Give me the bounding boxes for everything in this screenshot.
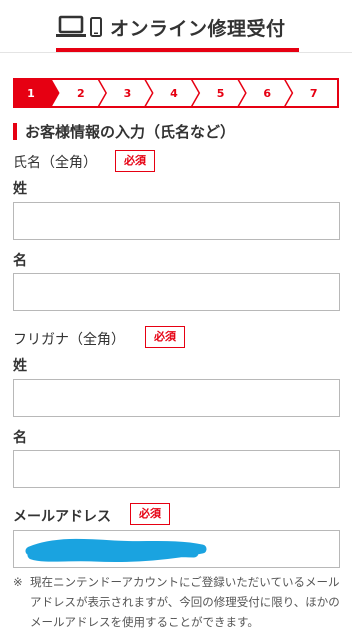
redaction-scribble [25,538,207,563]
email-label: メールアドレス [13,509,111,525]
email-note: ※ 現在ニンテンドーアカウントにご登録いただいているメールアドレスが表示されます… [13,572,343,632]
step-indicator-graphic: 1 2 3 4 5 6 7 [13,78,339,108]
note-text: 現在ニンテンドーアカウントにご登録いただいているメールアドレスが表示されますが、… [30,575,340,629]
step-active-fill [14,79,60,107]
step-label-5: 5 [217,87,225,100]
kana-first-label: 名 [13,430,27,446]
step-label-2: 2 [77,87,85,100]
name-required-badge: 必須 [115,150,155,172]
step-label-7: 7 [310,87,318,100]
section-heading: お客様情報の入力（氏名など） [13,120,235,142]
step-label-3: 3 [124,87,132,100]
email-input[interactable] [13,530,340,568]
step-indicator: 1 2 3 4 5 6 7 [13,78,339,108]
name-last-input[interactable] [13,202,340,240]
kana-first-input[interactable] [13,450,340,488]
note-mark: ※ [13,575,23,589]
kana-last-label: 姓 [13,358,27,374]
laptop-icon [56,15,86,37]
section-title: お客様情報の入力（氏名など） [25,122,236,141]
name-group-label: 氏名（全角） [13,155,97,171]
kana-group-label: フリガナ（全角） [13,332,125,348]
step-label-6: 6 [263,87,271,100]
name-first-input[interactable] [13,273,340,311]
section-accent-bar [13,122,17,140]
header-divider [0,52,352,53]
page-title: オンライン修理受付 [110,17,286,40]
name-first-label: 名 [13,253,27,269]
header-title-group: オンライン修理受付 [56,12,286,42]
page-header: オンライン修理受付 [0,0,352,53]
kana-last-input[interactable] [13,379,340,417]
step-label-4: 4 [170,87,178,100]
name-last-label: 姓 [13,181,27,197]
step-label-1: 1 [27,87,35,100]
email-required-badge: 必須 [130,503,170,525]
kana-required-badge: 必須 [145,326,185,348]
smartphone-icon [90,17,102,37]
